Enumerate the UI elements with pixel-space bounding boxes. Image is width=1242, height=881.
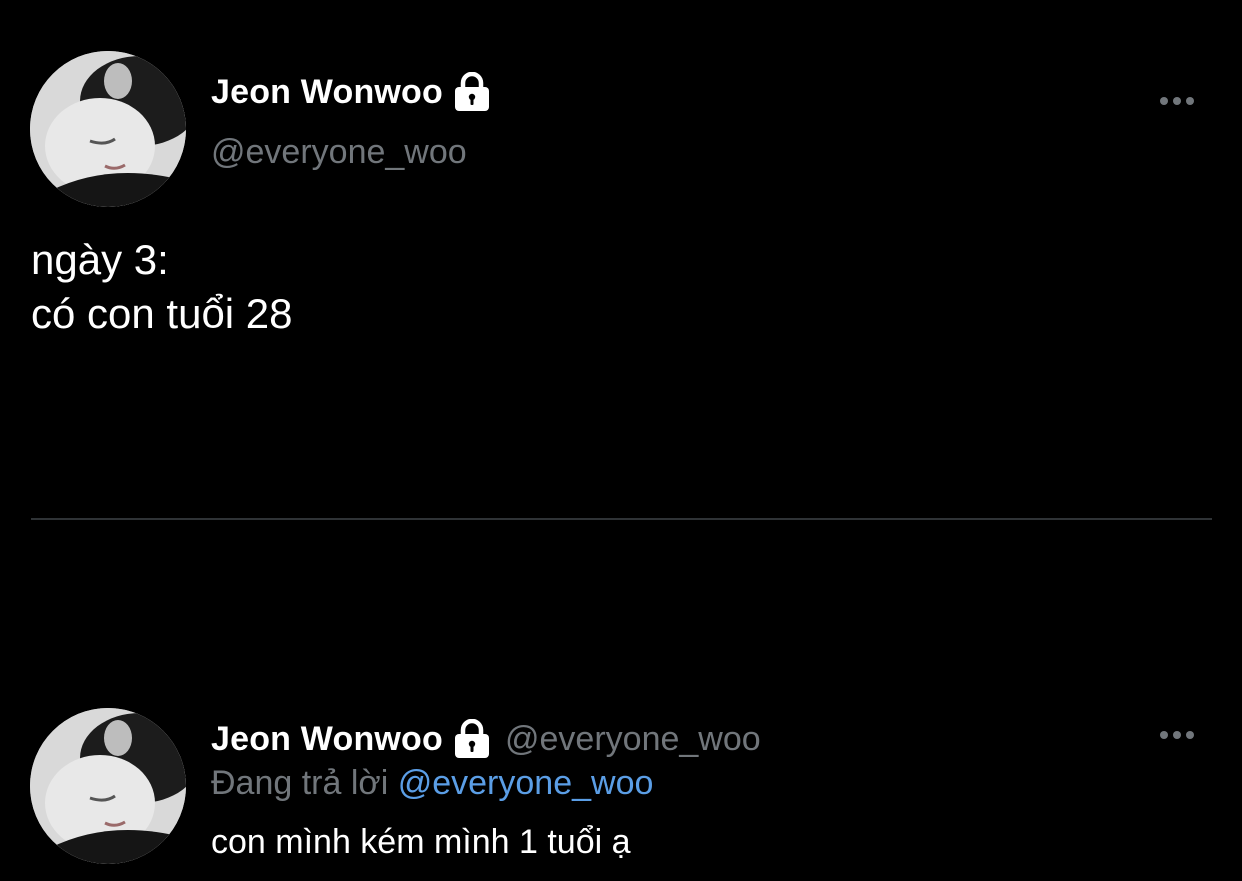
reply-author-row: Jeon Wonwoo @everyone_woo <box>211 719 761 759</box>
lock-icon <box>453 72 491 112</box>
tweet-text-line-1: ngày 3: <box>31 236 169 283</box>
tweet-text: ngày 3: có con tuổi 28 <box>31 233 293 341</box>
more-options-icon[interactable] <box>1160 97 1194 105</box>
lock-icon <box>453 719 491 759</box>
replying-to-mention[interactable]: @everyone_woo <box>398 764 654 802</box>
handle[interactable]: @everyone_woo <box>211 133 467 172</box>
avatar[interactable] <box>30 51 186 207</box>
display-name[interactable]: Jeon Wonwoo <box>211 73 443 112</box>
reply-avatar[interactable] <box>30 708 186 864</box>
divider <box>31 518 1212 520</box>
reply-display-name[interactable]: Jeon Wonwoo <box>211 720 443 759</box>
replying-to-label: Đang trả lời <box>211 764 389 802</box>
reply-handle[interactable]: @everyone_woo <box>505 720 761 759</box>
reply-more-options-icon[interactable] <box>1160 731 1194 739</box>
author-row: Jeon Wonwoo <box>211 72 491 112</box>
replying-to: Đang trả lời @everyone_woo <box>211 764 653 803</box>
tweet-thread: Jeon Wonwoo @everyone_woo ngày 3: có con… <box>0 0 1242 881</box>
avatar-image <box>30 708 186 864</box>
avatar-image <box>30 51 186 207</box>
reply-text: con mình kém mình 1 tuổi ạ <box>211 823 631 861</box>
tweet-text-line-2: có con tuổi 28 <box>31 290 293 337</box>
